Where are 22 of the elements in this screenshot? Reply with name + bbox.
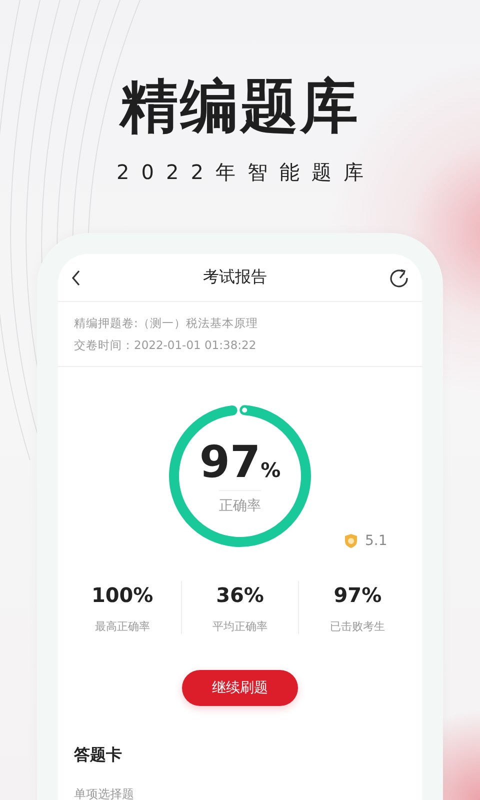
page-title: 考试报告	[203, 267, 267, 288]
refresh-icon[interactable]	[388, 266, 410, 288]
score-label: 正确率	[219, 490, 261, 514]
score-value: 97	[199, 438, 261, 488]
score-unit: %	[260, 458, 281, 482]
question-type: 单项选择题	[74, 786, 135, 800]
paper-name: 精编押题卷:（测一）税法基本原理	[74, 315, 259, 332]
stat-value: 100%	[91, 582, 154, 609]
stat-label: 平均正确率	[212, 619, 268, 634]
continue-button[interactable]: 继续刷题	[182, 670, 298, 706]
hero-subtitle: 2022年智能题库	[116, 160, 376, 184]
badge-value: 5.1	[365, 533, 388, 549]
ring-start-dot	[242, 408, 248, 413]
back-icon[interactable]	[70, 268, 82, 286]
hero-title: 精编题库	[118, 72, 361, 140]
stat-label: 最高正确率	[94, 619, 150, 634]
stat-label: 已击败考生	[330, 619, 386, 634]
shield-icon	[343, 533, 359, 549]
section-title: 答题卡	[74, 744, 123, 766]
stat-value: 97%	[334, 582, 382, 609]
stat-value: 36%	[216, 582, 264, 609]
submit-time: 交卷时间：2022-01-01 01:38:22	[74, 337, 258, 354]
